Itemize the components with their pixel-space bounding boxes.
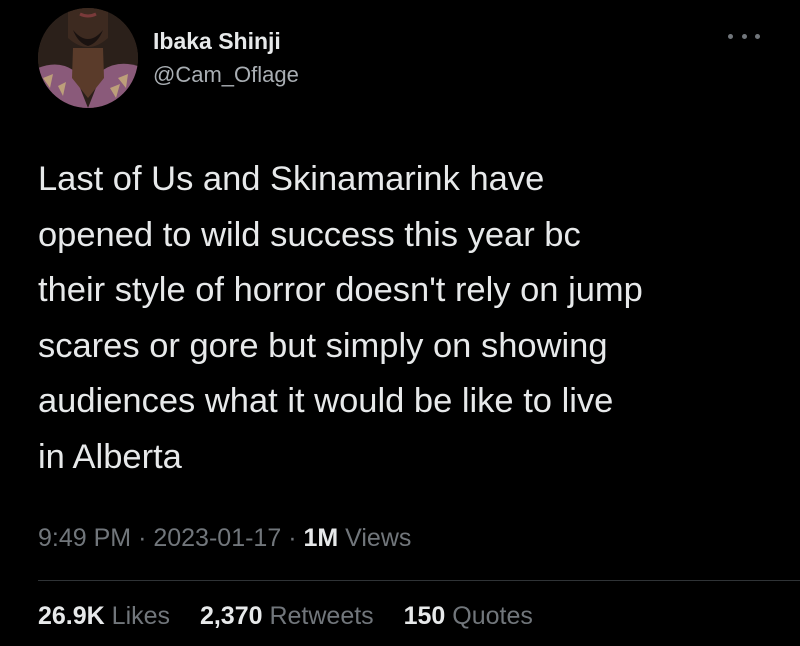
likes-stat[interactable]: 26.9K Likes [38, 602, 177, 630]
display-name[interactable]: Ibaka Shinji [153, 28, 281, 55]
meta-separator: · [288, 524, 297, 552]
retweets-count: 2,370 [199, 602, 263, 630]
tweet-time[interactable]: 9:49 PM [38, 524, 131, 552]
tweet-text: Last of Us and Skinamarink have opened t… [38, 160, 643, 476]
retweets-label: Retweets [269, 602, 374, 630]
dot [755, 33, 760, 39]
engagement-stats: 26.9K Likes 2,370 Retweets 150 Quotes [38, 602, 533, 631]
retweets-stat[interactable]: 2,370 Retweets [193, 602, 381, 630]
meta-separator: · [138, 524, 147, 552]
quotes-count: 150 [403, 602, 446, 630]
likes-count: 26.9K [38, 602, 105, 630]
user-handle[interactable]: @Cam_Oflage [153, 62, 299, 88]
avatar[interactable] [38, 8, 138, 108]
more-horizontal-icon[interactable] [728, 28, 760, 44]
views-count: 1M [303, 524, 339, 552]
tweet-date[interactable]: 2023-01-17 [153, 524, 281, 552]
quotes-label: Quotes [452, 602, 533, 630]
quotes-stat[interactable]: 150 Quotes [397, 602, 533, 630]
tweet-meta: 9:49 PM · 2023-01-17 · 1M Views [38, 524, 411, 553]
dot [728, 33, 733, 39]
tweet: Ibaka Shinji @Cam_Oflage Last of Us and … [0, 0, 800, 646]
likes-label: Likes [111, 602, 171, 630]
views-label: Views [345, 524, 412, 552]
divider [38, 580, 800, 581]
dot [741, 33, 747, 39]
